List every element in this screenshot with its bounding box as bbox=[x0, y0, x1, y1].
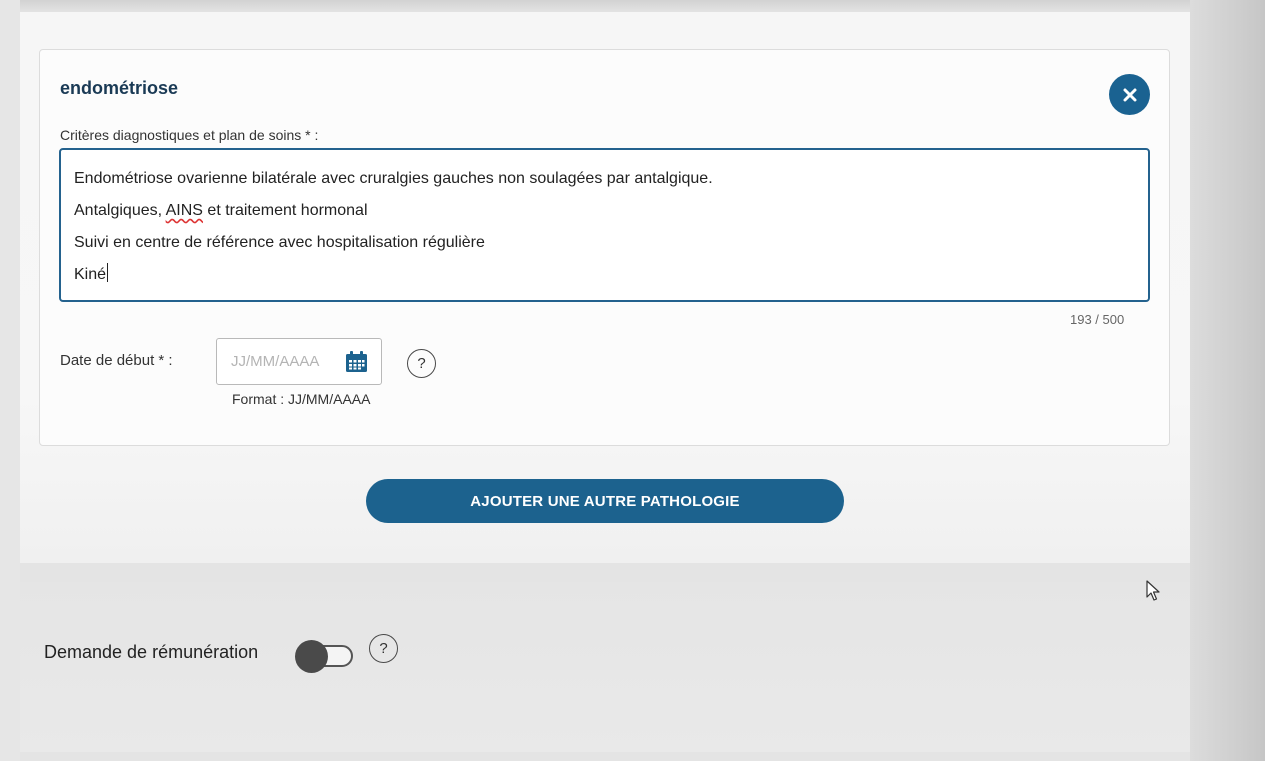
remuneration-toggle[interactable] bbox=[295, 640, 359, 673]
start-date-label: Date de début * : bbox=[60, 352, 173, 369]
remuneration-section bbox=[20, 582, 1190, 752]
remove-pathology-button[interactable] bbox=[1109, 74, 1150, 115]
char-counter: 193 / 500 bbox=[1070, 312, 1125, 327]
window-left-edge bbox=[0, 0, 20, 761]
criteria-line-2-start: Antalgiques, bbox=[74, 202, 166, 219]
criteria-label: Critères diagnostiques et plan de soins … bbox=[60, 127, 319, 143]
criteria-line-3: Suivi en centre de référence avec hospit… bbox=[74, 234, 485, 251]
pathology-title: endométriose bbox=[60, 78, 179, 98]
start-date-input[interactable]: JJ/MM/AAAA bbox=[216, 338, 382, 385]
remuneration-help-icon[interactable]: ? bbox=[369, 634, 398, 663]
toggle-knob bbox=[295, 640, 328, 673]
criteria-textarea[interactable]: Endométriose ovarienne bilatérale avec c… bbox=[59, 148, 1150, 302]
start-date-help-icon[interactable]: ? bbox=[407, 349, 436, 378]
criteria-line-2-end: et traitement hormonal bbox=[202, 202, 368, 219]
mouse-pointer-icon bbox=[1146, 580, 1160, 601]
start-date-placeholder: JJ/MM/AAAA bbox=[231, 353, 320, 370]
window-right-edge bbox=[1190, 0, 1265, 761]
remuneration-label: Demande de rémunération bbox=[44, 642, 259, 662]
add-pathology-button[interactable]: AJOUTER UNE AUTRE PATHOLOGIE bbox=[366, 479, 844, 523]
criteria-line-1: Endométriose ovarienne bilatérale avec c… bbox=[74, 170, 713, 187]
criteria-line-2: Antalgiques, AINS et traitement hormonal bbox=[74, 195, 1148, 227]
text-caret bbox=[107, 263, 109, 282]
criteria-line-4: Kiné bbox=[74, 259, 1148, 291]
criteria-line-4-text: Kiné bbox=[74, 266, 107, 283]
spellcheck-word: AINS bbox=[165, 202, 203, 219]
start-date-format-hint: Format : JJ/MM/AAAA bbox=[232, 391, 371, 407]
calendar-icon[interactable] bbox=[345, 351, 368, 373]
close-icon bbox=[1123, 88, 1136, 101]
